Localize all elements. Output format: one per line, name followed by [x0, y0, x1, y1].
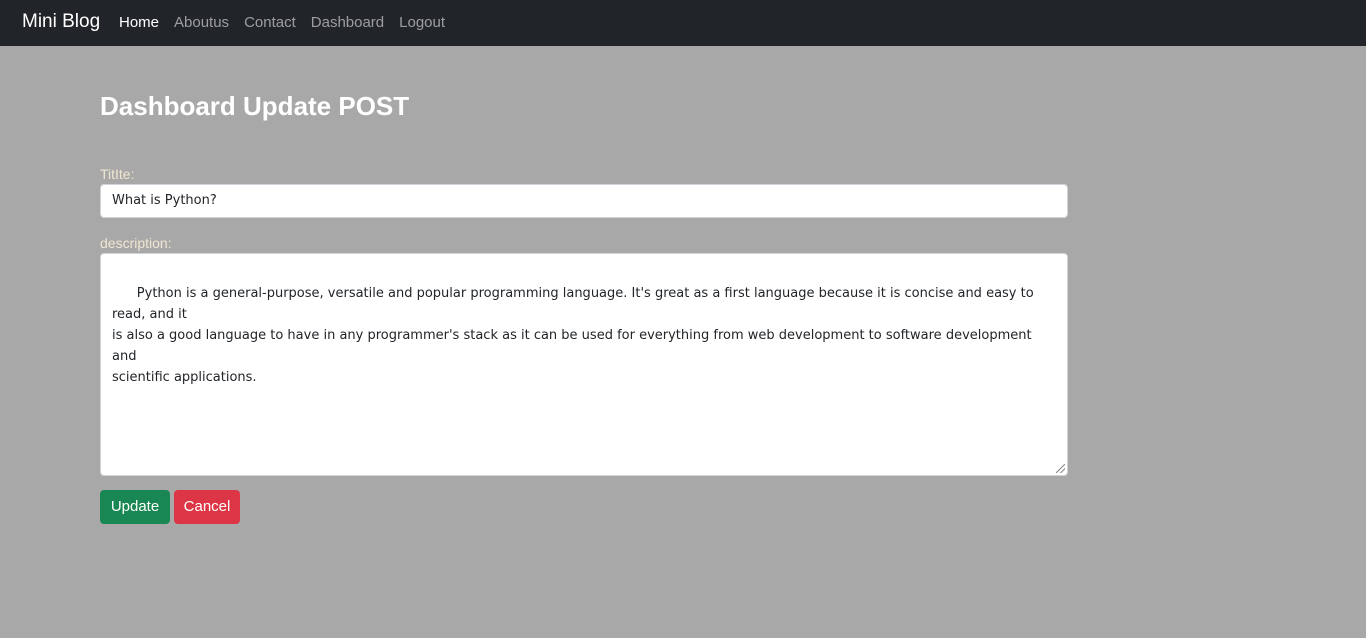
description-label: description:: [100, 235, 172, 251]
resize-handle[interactable]: [1056, 464, 1065, 473]
description-textarea[interactable]: Python is a general-purpose, versatile a…: [100, 253, 1068, 476]
update-button[interactable]: Update: [100, 490, 170, 524]
description-text: Python is a general-purpose, versatile a…: [112, 286, 1034, 385]
top-navbar: Mini Blog Home Aboutus Contact Dashboard…: [0, 0, 1366, 46]
nav-link-home[interactable]: Home: [119, 14, 159, 32]
title-label: TitIte:: [100, 166, 135, 182]
brand-link[interactable]: Mini Blog: [22, 11, 100, 33]
nav-link-logout[interactable]: Logout: [399, 14, 445, 32]
cancel-button[interactable]: Cancel: [174, 490, 240, 524]
nav-links: Home Aboutus Contact Dashboard Logout: [119, 14, 460, 32]
nav-link-contact[interactable]: Contact: [244, 14, 296, 32]
nav-link-aboutus[interactable]: Aboutus: [174, 14, 229, 32]
nav-link-dashboard[interactable]: Dashboard: [311, 14, 384, 32]
title-input[interactable]: What is Python?: [100, 184, 1068, 218]
page-title: Dashboard Update POST: [100, 91, 410, 121]
